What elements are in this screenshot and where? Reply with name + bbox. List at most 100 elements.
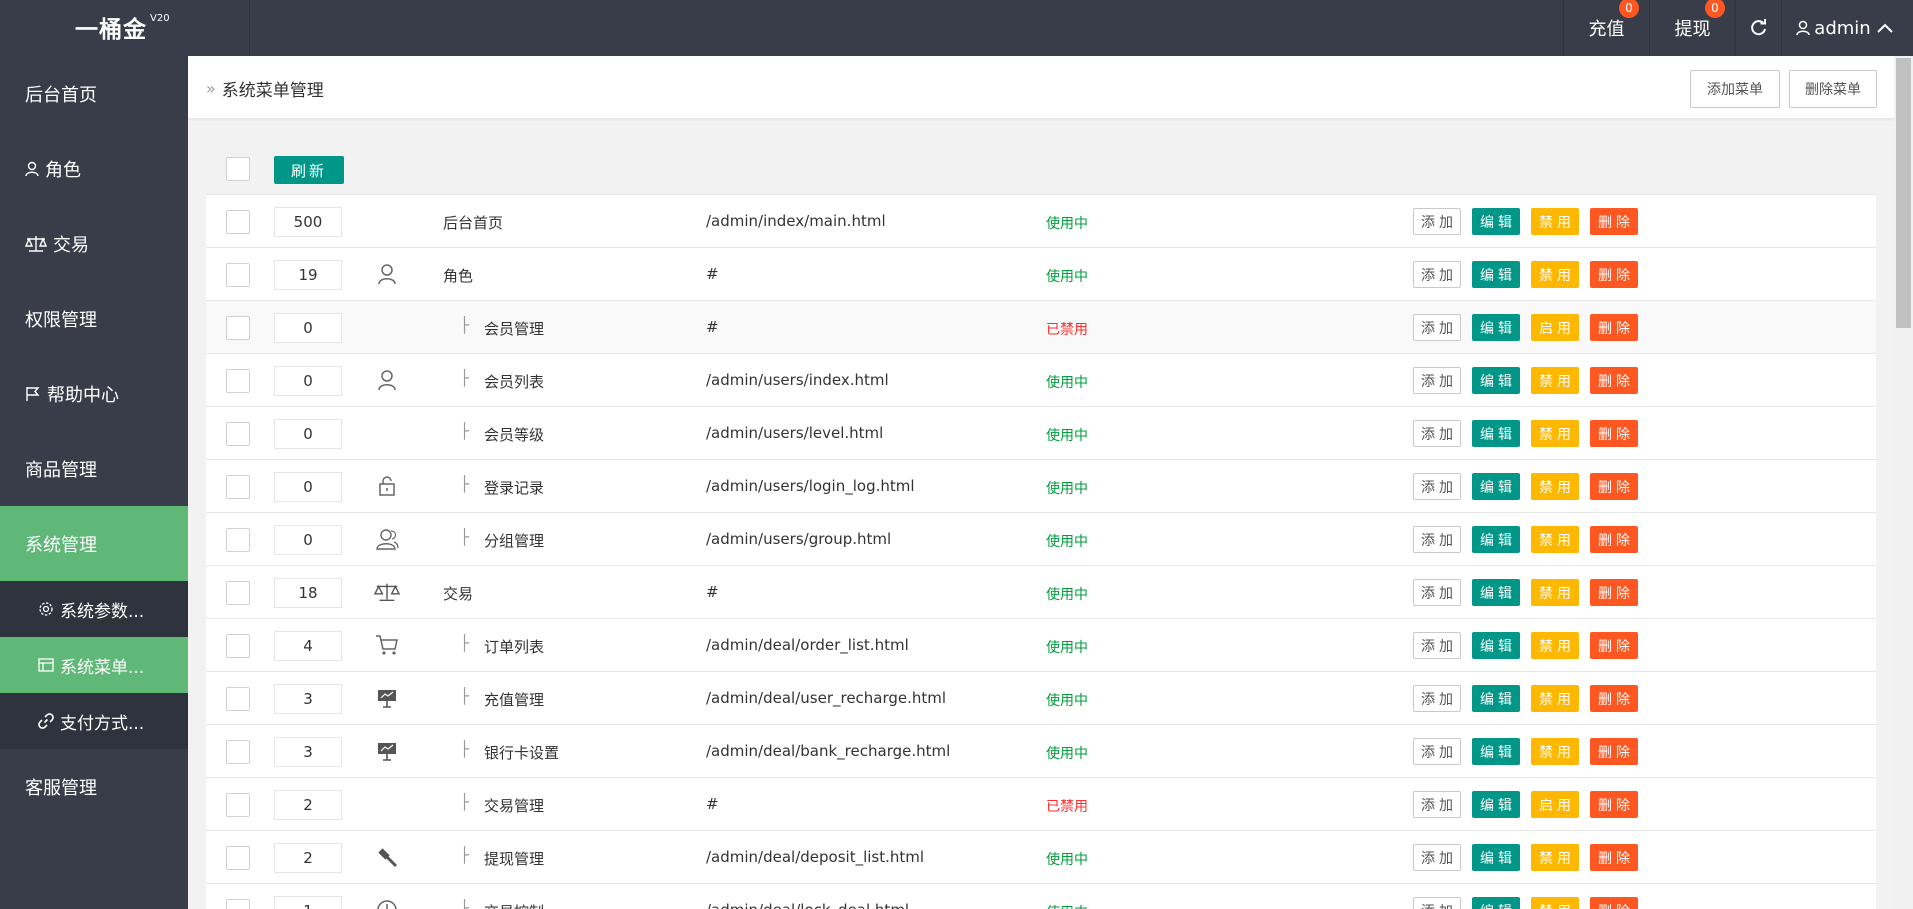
sidebar-item-permissions[interactable]: 权限管理 — [0, 281, 188, 356]
sidebar-subitem-payment[interactable]: 支付方式... — [0, 693, 188, 749]
add-child-button[interactable]: 添加 — [1413, 738, 1461, 765]
edit-button[interactable]: 编辑 — [1472, 367, 1520, 394]
row-checkbox[interactable] — [226, 475, 250, 499]
row-checkbox[interactable] — [226, 846, 250, 870]
edit-button[interactable]: 编辑 — [1472, 738, 1520, 765]
sort-input[interactable]: 19 — [274, 260, 342, 290]
sort-input[interactable]: 0 — [274, 525, 342, 555]
delete-button[interactable]: 删除 — [1590, 367, 1638, 394]
sidebar-item-home[interactable]: 后台首页 — [0, 56, 188, 131]
sort-input[interactable]: 0 — [274, 313, 342, 343]
add-child-button[interactable]: 添加 — [1413, 208, 1461, 235]
sort-input[interactable]: 1 — [274, 896, 342, 909]
delete-button[interactable]: 删除 — [1590, 208, 1638, 235]
toggle-status-button[interactable]: 禁用 — [1531, 685, 1579, 712]
add-child-button[interactable]: 添加 — [1413, 844, 1461, 871]
toggle-status-button[interactable]: 启用 — [1531, 314, 1579, 341]
row-checkbox[interactable] — [226, 528, 250, 552]
toggle-status-button[interactable]: 禁用 — [1531, 261, 1579, 288]
edit-button[interactable]: 编辑 — [1472, 208, 1520, 235]
delete-button[interactable]: 删除 — [1590, 579, 1638, 606]
add-child-button[interactable]: 添加 — [1413, 367, 1461, 394]
edit-button[interactable]: 编辑 — [1472, 844, 1520, 871]
app-logo[interactable]: 一桶金 V20 — [0, 0, 250, 56]
edit-button[interactable]: 编辑 — [1472, 314, 1520, 341]
delete-button[interactable]: 删除 — [1590, 685, 1638, 712]
sidebar-item-system[interactable]: 系统管理 — [0, 506, 188, 581]
edit-button[interactable]: 编辑 — [1472, 473, 1520, 500]
delete-button[interactable]: 删除 — [1590, 897, 1638, 909]
delete-button[interactable]: 删除 — [1590, 420, 1638, 447]
user-menu[interactable]: admin — [1781, 0, 1913, 56]
delete-button[interactable]: 删除 — [1590, 844, 1638, 871]
row-checkbox[interactable] — [226, 740, 250, 764]
sort-input[interactable]: 3 — [274, 684, 342, 714]
toggle-status-button[interactable]: 禁用 — [1531, 420, 1579, 447]
sidebar-subitem-system-params[interactable]: 系统参数... — [0, 581, 188, 637]
row-checkbox[interactable] — [226, 793, 250, 817]
sort-input[interactable]: 2 — [274, 790, 342, 820]
row-checkbox[interactable] — [226, 422, 250, 446]
recharge-link[interactable]: 充值 0 — [1563, 0, 1649, 56]
add-child-button[interactable]: 添加 — [1413, 420, 1461, 447]
edit-button[interactable]: 编辑 — [1472, 791, 1520, 818]
toggle-status-button[interactable]: 禁用 — [1531, 897, 1579, 909]
sidebar-item-help[interactable]: 帮助中心 — [0, 356, 188, 431]
add-child-button[interactable]: 添加 — [1413, 526, 1461, 553]
sort-input[interactable]: 0 — [274, 419, 342, 449]
row-checkbox[interactable] — [226, 210, 250, 234]
toggle-status-button[interactable]: 禁用 — [1531, 738, 1579, 765]
sort-input[interactable]: 4 — [274, 631, 342, 661]
row-checkbox[interactable] — [226, 316, 250, 340]
sidebar-item-role[interactable]: 角色 — [0, 131, 188, 206]
add-child-button[interactable]: 添加 — [1413, 685, 1461, 712]
sort-input[interactable]: 2 — [274, 843, 342, 873]
delete-button[interactable]: 删除 — [1590, 738, 1638, 765]
edit-button[interactable]: 编辑 — [1472, 261, 1520, 288]
delete-button[interactable]: 删除 — [1590, 632, 1638, 659]
row-checkbox[interactable] — [226, 369, 250, 393]
add-child-button[interactable]: 添加 — [1413, 579, 1461, 606]
scrollbar-thumb[interactable] — [1896, 58, 1911, 328]
add-child-button[interactable]: 添加 — [1413, 897, 1461, 909]
refresh-button[interactable]: 刷新 — [274, 156, 344, 184]
sidebar-item-products[interactable]: 商品管理 — [0, 431, 188, 506]
row-checkbox[interactable] — [226, 687, 250, 711]
edit-button[interactable]: 编辑 — [1472, 526, 1520, 553]
row-checkbox[interactable] — [226, 263, 250, 287]
add-child-button[interactable]: 添加 — [1413, 632, 1461, 659]
select-all-checkbox[interactable] — [226, 157, 250, 181]
toggle-status-button[interactable]: 禁用 — [1531, 579, 1579, 606]
delete-menu-button[interactable]: 删除菜单 — [1789, 70, 1877, 108]
row-checkbox[interactable] — [226, 634, 250, 658]
sort-input[interactable]: 18 — [274, 578, 342, 608]
toggle-status-button[interactable]: 禁用 — [1531, 632, 1579, 659]
toggle-status-button[interactable]: 禁用 — [1531, 526, 1579, 553]
sidebar-subitem-system-menu[interactable]: 系统菜单... — [0, 637, 188, 693]
sidebar-item-customer-service[interactable]: 客服管理 — [0, 749, 188, 824]
edit-button[interactable]: 编辑 — [1472, 579, 1520, 606]
sort-input[interactable]: 500 — [274, 207, 342, 237]
delete-button[interactable]: 删除 — [1590, 314, 1638, 341]
edit-button[interactable]: 编辑 — [1472, 420, 1520, 447]
toggle-status-button[interactable]: 禁用 — [1531, 367, 1579, 394]
row-checkbox[interactable] — [226, 581, 250, 605]
add-child-button[interactable]: 添加 — [1413, 791, 1461, 818]
edit-button[interactable]: 编辑 — [1472, 632, 1520, 659]
refresh-page-button[interactable] — [1735, 0, 1781, 56]
add-child-button[interactable]: 添加 — [1413, 314, 1461, 341]
delete-button[interactable]: 删除 — [1590, 791, 1638, 818]
withdraw-link[interactable]: 提现 0 — [1649, 0, 1735, 56]
toggle-status-button[interactable]: 启用 — [1531, 791, 1579, 818]
edit-button[interactable]: 编辑 — [1472, 897, 1520, 909]
toggle-status-button[interactable]: 禁用 — [1531, 208, 1579, 235]
add-child-button[interactable]: 添加 — [1413, 473, 1461, 500]
delete-button[interactable]: 删除 — [1590, 261, 1638, 288]
sort-input[interactable]: 3 — [274, 737, 342, 767]
edit-button[interactable]: 编辑 — [1472, 685, 1520, 712]
add-child-button[interactable]: 添加 — [1413, 261, 1461, 288]
add-menu-button[interactable]: 添加菜单 — [1690, 70, 1780, 108]
toggle-status-button[interactable]: 禁用 — [1531, 844, 1579, 871]
row-checkbox[interactable] — [226, 899, 250, 909]
sidebar-item-trade[interactable]: 交易 — [0, 206, 188, 281]
